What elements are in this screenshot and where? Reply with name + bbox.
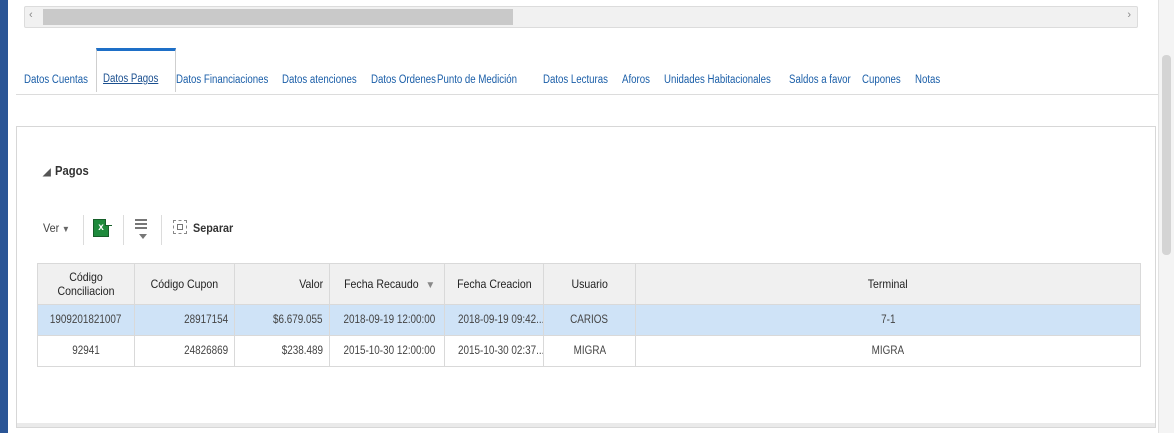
tab-cupones[interactable]: Cupones: [862, 74, 901, 86]
column-header-codigo-cupon[interactable]: Código Cupon: [134, 263, 235, 305]
section-header-pagos[interactable]: ◢ Pagos: [43, 164, 92, 178]
column-label: Usuario: [571, 277, 608, 291]
column-label: Código Conciliacion: [57, 270, 115, 298]
scroll-right-icon[interactable]: ›: [1127, 9, 1131, 21]
cell-fecha-creacion: 2015-10-30 02:37...: [444, 335, 544, 367]
cell-codigo-cupon: 24826869: [134, 335, 235, 367]
tab-label: Datos Pagos: [103, 73, 159, 85]
column-label: Fecha Creacion: [456, 277, 532, 291]
cell-usuario: MIGRA: [543, 335, 636, 367]
horizontal-scrollbar[interactable]: ‹ ›: [24, 6, 1138, 28]
tab-datos-ordenes[interactable]: Datos Ordenes: [371, 74, 436, 86]
tab-datos-pagos[interactable]: Datos Pagos: [96, 48, 176, 92]
table-toolbar: Ver ▼ x Separar: [41, 215, 301, 245]
vertical-scrollbar[interactable]: [1158, 0, 1174, 433]
column-header-fecha-creacion[interactable]: Fecha Creacion: [444, 263, 544, 305]
cell-codigo-conciliacion: 92941: [37, 335, 135, 367]
pagos-panel: ◢ Pagos Ver ▼ x Separar Código Conciliacio…: [16, 126, 1156, 428]
table-row[interactable]: 92941 24826869 $238.489 2015-10-30 12:00…: [37, 335, 1141, 367]
toolbar-divider: [123, 215, 124, 245]
chevron-down-icon: ▼: [61, 224, 70, 234]
column-label: Código Cupon: [150, 277, 219, 291]
tab-bar: Datos Cuentas Datos Pagos Datos Financia…: [16, 48, 1158, 95]
scroll-left-icon[interactable]: ‹: [29, 9, 33, 21]
column-label: Terminal: [868, 277, 908, 291]
tab-datos-cuentas[interactable]: Datos Cuentas: [24, 74, 88, 86]
sort-descending-icon[interactable]: ▼: [425, 280, 435, 291]
panel-bottom-divider: [17, 423, 1155, 427]
cell-codigo-conciliacion: 1909201821007: [37, 304, 135, 336]
cell-codigo-cupon: 28917154: [134, 304, 235, 336]
tab-aforos[interactable]: Aforos: [622, 74, 650, 86]
cell-usuario: CARIOS: [543, 304, 636, 336]
tab-saldos-a-favor[interactable]: Saldos a favor: [789, 74, 851, 86]
tab-notas[interactable]: Notas: [915, 74, 940, 86]
vertical-scrollbar-thumb[interactable]: [1162, 55, 1171, 255]
cell-valor: $238.489: [234, 335, 330, 367]
tab-datos-lecturas[interactable]: Datos Lecturas: [543, 74, 608, 86]
table-row[interactable]: 1909201821007 28917154 $6.679.055 2018-0…: [37, 304, 1141, 336]
cell-fecha-recaudo: 2015-10-30 12:00:00: [329, 335, 445, 367]
cell-fecha-recaudo: 2018-09-19 12:00:00: [329, 304, 445, 336]
cell-terminal: 7-1: [635, 304, 1141, 336]
pagos-table: Código Conciliacion Código Cupon Valor F…: [37, 263, 1141, 367]
left-accent-bar: [0, 0, 8, 433]
toolbar-divider: [161, 215, 162, 245]
scrollbar-thumb[interactable]: [43, 9, 513, 25]
column-header-terminal[interactable]: Terminal: [635, 263, 1141, 305]
cell-terminal: MIGRA: [635, 335, 1141, 367]
tab-datos-financiaciones[interactable]: Datos Financiaciones: [176, 74, 268, 86]
excel-export-icon[interactable]: x: [93, 219, 112, 237]
column-label: Valor: [299, 277, 323, 291]
freeze-column-icon[interactable]: [135, 219, 147, 239]
view-menu-button[interactable]: Ver ▼: [43, 215, 70, 241]
cell-valor: $6.679.055: [234, 304, 330, 336]
tab-unidades-habitacionales[interactable]: Unidades Habitacionales: [664, 74, 771, 86]
toolbar-divider: [83, 215, 84, 245]
column-header-usuario[interactable]: Usuario: [543, 263, 636, 305]
column-header-codigo-conciliacion[interactable]: Código Conciliacion: [37, 263, 135, 305]
table-header-row: Código Conciliacion Código Cupon Valor F…: [37, 263, 1141, 305]
column-header-valor[interactable]: Valor: [234, 263, 330, 305]
cell-fecha-creacion: 2018-09-19 09:42...: [444, 304, 544, 336]
detach-label: Separar: [193, 221, 234, 235]
triangle-expanded-icon[interactable]: ◢: [43, 167, 51, 178]
column-label: Fecha Recaudo: [343, 277, 419, 291]
view-label: Ver: [43, 221, 60, 235]
detach-icon: [173, 220, 187, 234]
section-title: Pagos: [54, 164, 89, 178]
column-header-fecha-recaudo[interactable]: Fecha Recaudo ▼: [329, 263, 445, 305]
tab-punto-de-medicion[interactable]: Punto de Medición: [437, 74, 517, 86]
tab-datos-atenciones[interactable]: Datos atenciones: [282, 74, 357, 86]
